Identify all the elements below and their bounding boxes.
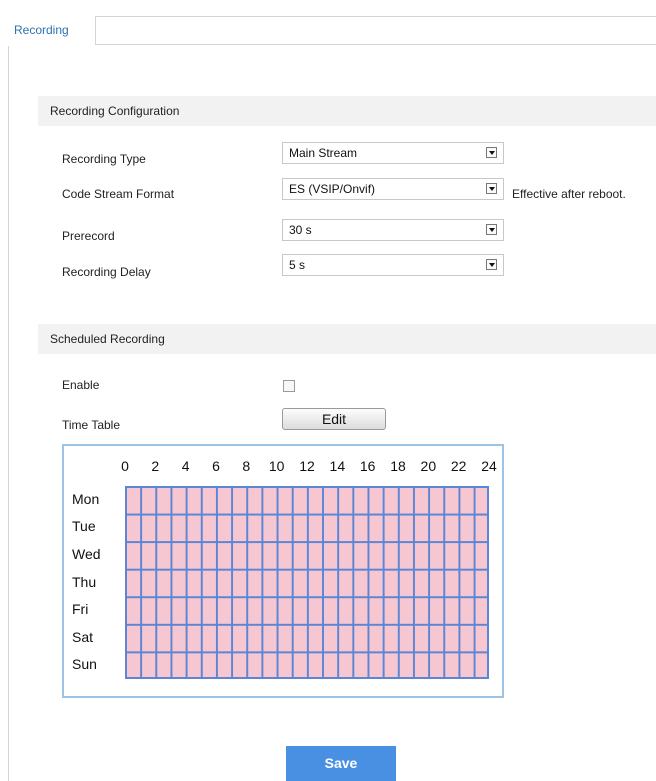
hour-label: 12 — [299, 458, 315, 474]
day-label: Sun — [72, 656, 97, 673]
hour-label: 10 — [268, 458, 285, 474]
save-button[interactable]: Save — [286, 746, 396, 781]
chevron-down-icon — [486, 259, 497, 270]
recording-delay-select[interactable]: 5 s — [282, 254, 504, 276]
day-label: Wed — [72, 545, 101, 562]
hour-label: 0 — [121, 458, 129, 474]
hour-label: 8 — [242, 458, 251, 474]
edit-button[interactable]: Edit — [282, 408, 386, 430]
hour-label: 16 — [359, 458, 376, 474]
day-label: Tue — [72, 518, 96, 535]
day-label: Sat — [72, 628, 94, 645]
hour-label: 24 — [481, 458, 497, 474]
hour-label: 2 — [151, 458, 160, 474]
enable-label: Enable — [62, 378, 100, 392]
code-stream-format-value: ES (VSIP/Onvif) — [289, 182, 376, 196]
hour-label: 6 — [212, 458, 220, 474]
hour-label: 22 — [450, 458, 467, 474]
chevron-down-icon — [486, 224, 497, 235]
time-table-label: Time Table — [62, 418, 121, 432]
chevron-down-icon — [486, 183, 497, 194]
hour-label: 18 — [390, 458, 406, 474]
hour-label: 14 — [329, 458, 346, 474]
recording-type-label: Recording Type — [62, 152, 146, 166]
recording-type-select[interactable]: Main Stream — [282, 142, 504, 164]
day-label: Thu — [72, 573, 97, 590]
schedule-grid[interactable] — [125, 486, 489, 679]
prerecord-label: Prerecord — [62, 229, 115, 243]
code-stream-format-select[interactable]: ES (VSIP/Onvif) — [282, 178, 504, 200]
recording-delay-value: 5 s — [289, 258, 306, 272]
tab-recording[interactable]: Recording — [8, 16, 96, 46]
day-label: Fri — [72, 601, 89, 618]
reboot-note: Effective after reboot. — [512, 187, 626, 201]
enable-checkbox[interactable] — [283, 380, 295, 392]
hour-label: 20 — [420, 458, 437, 474]
scheduled-recording-header: Scheduled Recording — [38, 324, 656, 354]
day-label: Mon — [72, 490, 100, 507]
recording-type-value: Main Stream — [289, 146, 358, 160]
prerecord-value: 30 s — [289, 223, 312, 237]
prerecord-select[interactable]: 30 s — [282, 219, 504, 241]
code-stream-format-label: Code Stream Format — [62, 187, 175, 201]
time-table: 0 2 4 6 8 10 12 14 16 18 20 22 24 Mon Tue Wed Thu Fri Sat… — [62, 444, 504, 698]
recording-configuration-header: Recording Configuration — [38, 96, 656, 126]
chevron-down-icon — [486, 147, 497, 158]
recording-delay-label: Recording Delay — [62, 265, 151, 279]
hour-label: 4 — [181, 458, 190, 474]
tab-bar: Recording — [8, 16, 656, 46]
